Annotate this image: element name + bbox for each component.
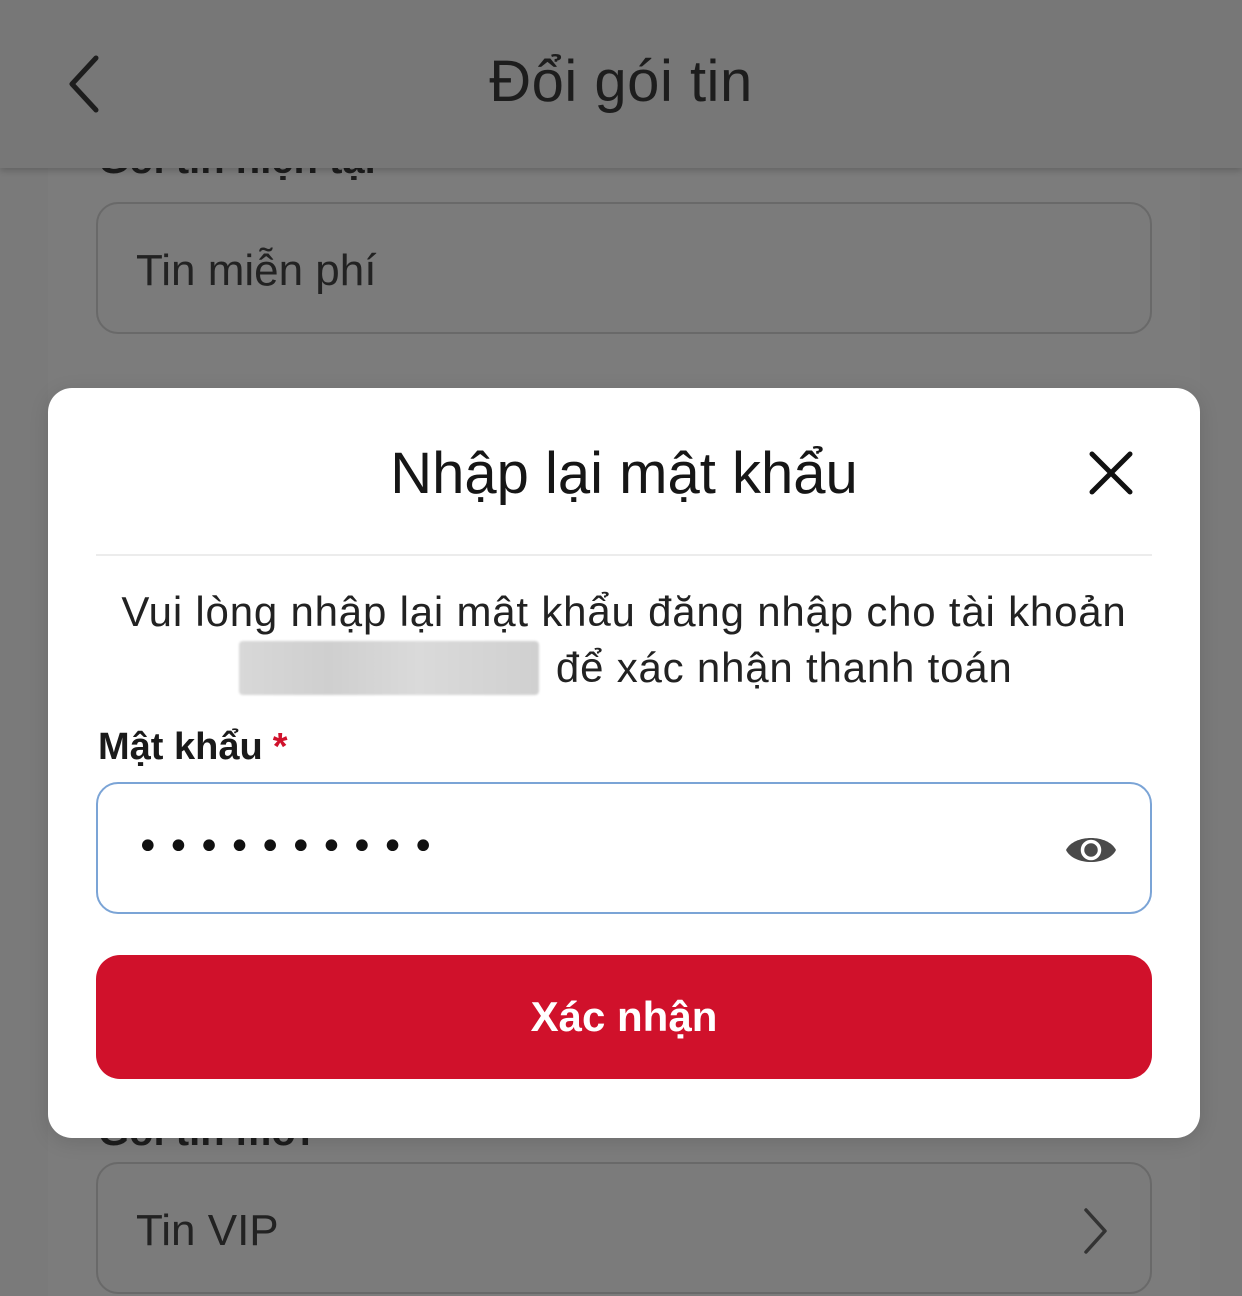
new-package-select[interactable]: Tin VIP (96, 1162, 1152, 1294)
dialog-divider (96, 554, 1152, 556)
close-icon[interactable] (1088, 450, 1134, 496)
required-mark: * (272, 726, 288, 768)
message-text-after: để xác nhận thanh toán (555, 644, 1013, 691)
page-title: Đổi gói tin (489, 49, 753, 114)
confirm-button[interactable]: Xác nhận (96, 955, 1152, 1079)
reenter-password-dialog: Nhập lại mật khẩu Vui lòng nhập lại mật … (48, 388, 1200, 1138)
message-text-before: Vui lòng nhập lại mật khẩu đăng nhập cho… (121, 588, 1127, 635)
masked-account-number (239, 640, 540, 695)
current-package-field: Tin miễn phí (96, 202, 1152, 334)
password-label-text: Mật khẩu (98, 726, 263, 768)
password-label: Mật khẩu * (98, 726, 288, 769)
dialog-message: Vui lòng nhập lại mật khẩu đăng nhập cho… (108, 584, 1140, 696)
chevron-right-icon (1084, 1208, 1107, 1254)
password-input[interactable]: •••••••••• (96, 782, 1152, 914)
app-header: Đổi gói tin (0, 0, 1242, 168)
password-value: •••••••••• (136, 824, 442, 870)
dialog-title: Nhập lại mật khẩu (390, 441, 858, 506)
current-package-value: Tin miễn phí (136, 246, 377, 295)
new-package-value: Tin VIP (136, 1206, 279, 1255)
eye-icon[interactable] (1064, 828, 1118, 872)
